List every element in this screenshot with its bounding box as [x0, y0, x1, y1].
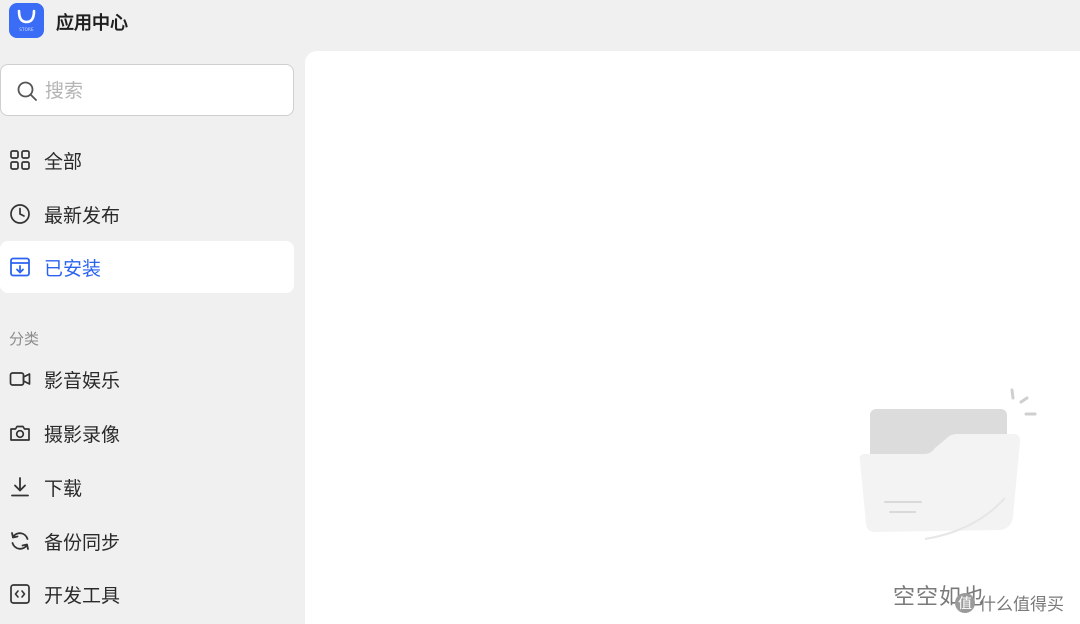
category-media[interactable]: 影音娱乐	[0, 353, 294, 405]
grid-icon	[10, 150, 30, 170]
video-camera-icon	[9, 372, 31, 386]
category-label: 影音娱乐	[44, 370, 121, 392]
nav-item-label: 已安装	[44, 258, 102, 280]
code-icon	[10, 584, 30, 604]
nav-item-all[interactable]: 全部	[0, 134, 294, 186]
nav-item-installed[interactable]: 已安装	[0, 241, 294, 293]
nav-item-latest[interactable]: 最新发布	[0, 188, 294, 240]
category-backup-sync[interactable]: 备份同步	[0, 515, 294, 567]
search-input[interactable]	[45, 77, 275, 105]
title-bar: STORE 应用中心	[0, 0, 1080, 44]
category-label: 摄影录像	[44, 424, 121, 446]
category-label: 备份同步	[44, 532, 121, 554]
nav-item-label: 最新发布	[44, 205, 121, 227]
app-logo-text: STORE	[19, 27, 34, 32]
download-icon	[11, 477, 29, 497]
empty-folder-icon	[859, 388, 1037, 540]
app-title: 应用中心	[56, 13, 128, 34]
shopping-bag-icon	[17, 9, 36, 24]
category-label: 下载	[44, 478, 83, 500]
category-photography[interactable]: 摄影录像	[0, 407, 294, 459]
search-box[interactable]	[0, 64, 294, 116]
installed-box-icon	[10, 257, 30, 277]
clock-icon	[10, 204, 30, 224]
watermark-text: 什么值得买	[979, 595, 1064, 615]
main-content: 空空如也	[305, 51, 1080, 624]
category-label: 开发工具	[44, 585, 121, 607]
category-dev-tools[interactable]: 开发工具	[0, 568, 294, 620]
nav-item-label: 全部	[44, 151, 83, 173]
camera-icon	[10, 425, 30, 441]
app-store-logo: STORE	[9, 3, 44, 38]
watermark: 值 什么值得买	[955, 590, 1064, 615]
categories-heading: 分类	[9, 330, 40, 348]
watermark-badge: 值	[955, 592, 975, 613]
search-icon	[17, 81, 37, 101]
category-download[interactable]: 下载	[0, 461, 294, 513]
sync-icon	[11, 532, 29, 550]
